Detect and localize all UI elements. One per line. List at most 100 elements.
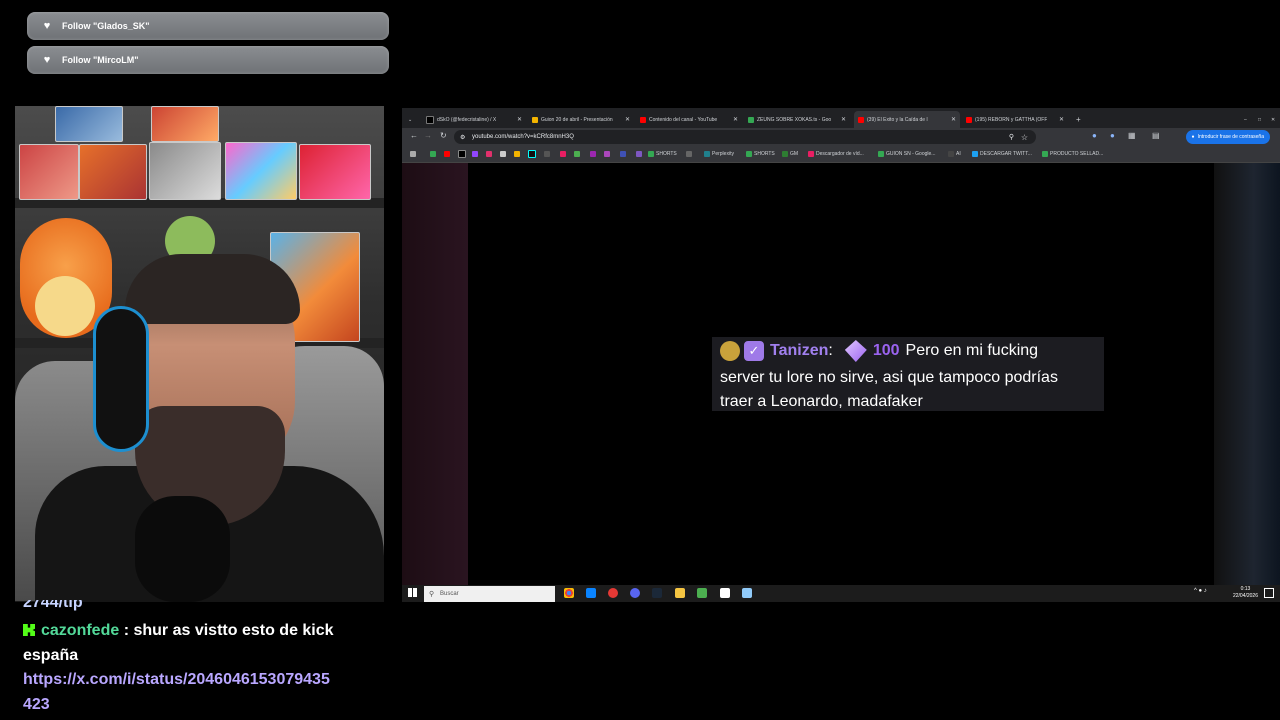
bookmark-icon[interactable]: [444, 149, 452, 159]
tab-active[interactable]: (39) El Éxito y la Caída de l ✕: [854, 111, 960, 128]
bookmark-descargar-twitter[interactable]: DESCARGAR TWITT...: [972, 149, 1032, 159]
maximize-button[interactable]: □: [1254, 111, 1266, 128]
bookmark-producto[interactable]: PRODUCTO SELLAD...: [1042, 149, 1103, 159]
bookmark-icon[interactable]: [620, 149, 628, 159]
close-icon[interactable]: ✕: [733, 116, 738, 123]
clock-date: 22/04/2026: [1232, 593, 1258, 599]
bookmark-shorts[interactable]: SHORTS: [648, 149, 677, 159]
bookmark-guion[interactable]: GUION SN - Google...: [878, 149, 935, 159]
edge-icon[interactable]: [586, 588, 596, 598]
taskbar-clock[interactable]: 0:13 22/04/2026: [1233, 586, 1258, 600]
cheer-username: Tanizen: [770, 342, 829, 359]
close-icon[interactable]: ✕: [1059, 116, 1064, 123]
bookmark-icon: [972, 151, 978, 157]
new-tab-button[interactable]: +: [1072, 111, 1086, 128]
slides-icon: [532, 116, 538, 123]
cheer-separator: :: [828, 342, 833, 359]
bookmark-icon[interactable]: [560, 149, 568, 159]
close-window-button[interactable]: ✕: [1267, 111, 1279, 128]
bookmark-icon[interactable]: [636, 149, 644, 159]
tab[interactable]: (195) REBORN y GATTHA (OFF ✕: [962, 111, 1068, 128]
video-player[interactable]: ✓ Tanizen : 100 Pero en mi fucking serve…: [468, 163, 1214, 585]
app-icon[interactable]: [742, 588, 752, 598]
bookmark-perplexity[interactable]: Perplexity: [704, 149, 734, 159]
system-tray-icons[interactable]: ^ ● ♪: [1194, 588, 1207, 594]
bookmark-icon[interactable]: [500, 149, 508, 159]
chat-link[interactable]: https://x.com/i/status/2046046153079435: [23, 671, 330, 689]
background-strip: [1214, 163, 1280, 585]
forward-icon[interactable]: →: [424, 131, 432, 140]
bookmark-icon[interactable]: [430, 149, 438, 159]
bookmark-label: Descargador de víd...: [816, 151, 864, 157]
cheer-text-line3: traer a Leonardo, madafaker: [720, 393, 923, 410]
discord-icon[interactable]: [630, 588, 640, 598]
heart-icon: ♥: [43, 54, 51, 66]
tab-search-button[interactable]: ⌄: [404, 111, 420, 128]
close-icon[interactable]: ✕: [625, 116, 630, 123]
bookmarks-bar: SHORTS Perplexity SHORTS GM Descargador …: [402, 146, 1280, 163]
taskbar-search-input[interactable]: ⚲ Buscar: [424, 586, 555, 602]
url-input[interactable]: ⚙ youtube.com/watch?v=kCRfc8mnH3Q ☆ ⚲: [454, 130, 1036, 144]
zoom-icon[interactable]: ⚲: [1009, 133, 1014, 141]
app-icon[interactable]: [697, 588, 707, 598]
bits-gem-icon: [844, 340, 867, 362]
bookmark-descargador[interactable]: Descargador de víd...: [808, 149, 864, 159]
tab-bar: ⌄ dSkO (@fedecristaline) / X ✕ Guion 20 d…: [402, 108, 1280, 128]
folder-icon[interactable]: [675, 588, 685, 598]
close-icon[interactable]: ✕: [841, 116, 846, 123]
tab-label: ZEUNG SOBRE XOKAS.ts - Goo: [757, 116, 832, 123]
chat-link-continued[interactable]: 423: [23, 696, 50, 714]
tab-label: (195) REBORN y GATTHA (OFF: [975, 116, 1048, 123]
bits-amount: 100: [872, 342, 900, 359]
back-icon[interactable]: ←: [410, 131, 418, 140]
bookmark-gm[interactable]: GM: [782, 149, 798, 159]
x-logo-icon[interactable]: [458, 149, 468, 159]
steam-icon[interactable]: [652, 588, 662, 598]
follow-alert-text: Follow "Glados_SK": [62, 21, 150, 31]
reload-icon[interactable]: ↻: [440, 131, 447, 140]
bookmark-icon[interactable]: [514, 149, 522, 159]
bookmark-icon[interactable]: [574, 149, 582, 159]
notification-icon[interactable]: [1264, 588, 1274, 598]
tiktok-icon[interactable]: [528, 149, 538, 159]
drive-icon: [748, 116, 754, 123]
bookmark-label: PRODUCTO SELLAD...: [1050, 151, 1104, 157]
tab[interactable]: Guion 20 de abril - Presentación ✕: [528, 111, 634, 128]
tab[interactable]: dSkO (@fedecristaline) / X ✕: [422, 111, 526, 128]
password-button[interactable]: ● Introducir frase de contraseña: [1185, 130, 1270, 144]
tab[interactable]: Contenido del canal - YouTube ✕: [636, 111, 742, 128]
tab[interactable]: ZEUNG SOBRE XOKAS.ts - Goo ✕: [744, 111, 850, 128]
windows-start-icon[interactable]: [408, 588, 417, 597]
minimize-button[interactable]: –: [1240, 111, 1252, 128]
chevron-down-icon: ⌄: [408, 116, 413, 123]
extensions-puzzle-icon[interactable]: ▦: [1128, 131, 1136, 140]
notion-icon[interactable]: [720, 588, 730, 598]
site-info-icon[interactable]: ⚙: [460, 134, 465, 141]
chrome-icon[interactable]: [564, 588, 574, 598]
bookmark-icon[interactable]: [686, 149, 694, 159]
bookmark-icon: [948, 151, 954, 157]
bookmark-ai[interactable]: AI: [948, 149, 961, 159]
extension-icon[interactable]: ●: [1110, 131, 1115, 140]
bookmark-icon[interactable]: [590, 149, 598, 159]
chat-text: : shur as vistto esto de kick: [119, 622, 334, 639]
close-icon[interactable]: ✕: [951, 116, 956, 123]
close-icon[interactable]: ✕: [517, 116, 522, 123]
bookmark-label: Perplexity: [712, 151, 734, 157]
apps-icon[interactable]: [410, 149, 418, 159]
bookmark-label: SHORTS: [754, 151, 775, 157]
background-strip: [402, 163, 468, 585]
minimize-icon: –: [1244, 116, 1247, 123]
cast-icon[interactable]: ▤: [1152, 131, 1160, 140]
bookmark-icon[interactable]: [472, 149, 480, 159]
bookmark-icon[interactable]: [486, 149, 494, 159]
bookmark-icon[interactable]: [544, 149, 552, 159]
extension-icon[interactable]: ●: [1092, 131, 1097, 140]
cheer-message: ✓ Tanizen : 100 Pero en mi fucking serve…: [712, 337, 1104, 411]
youtube-icon: [640, 116, 646, 123]
bookmark-shorts[interactable]: SHORTS: [746, 149, 775, 159]
webcam-feed: [15, 106, 384, 602]
app-icon[interactable]: [608, 588, 618, 598]
bookmark-icon[interactable]: [604, 149, 612, 159]
bookmark-star-icon[interactable]: ☆: [1021, 133, 1028, 142]
